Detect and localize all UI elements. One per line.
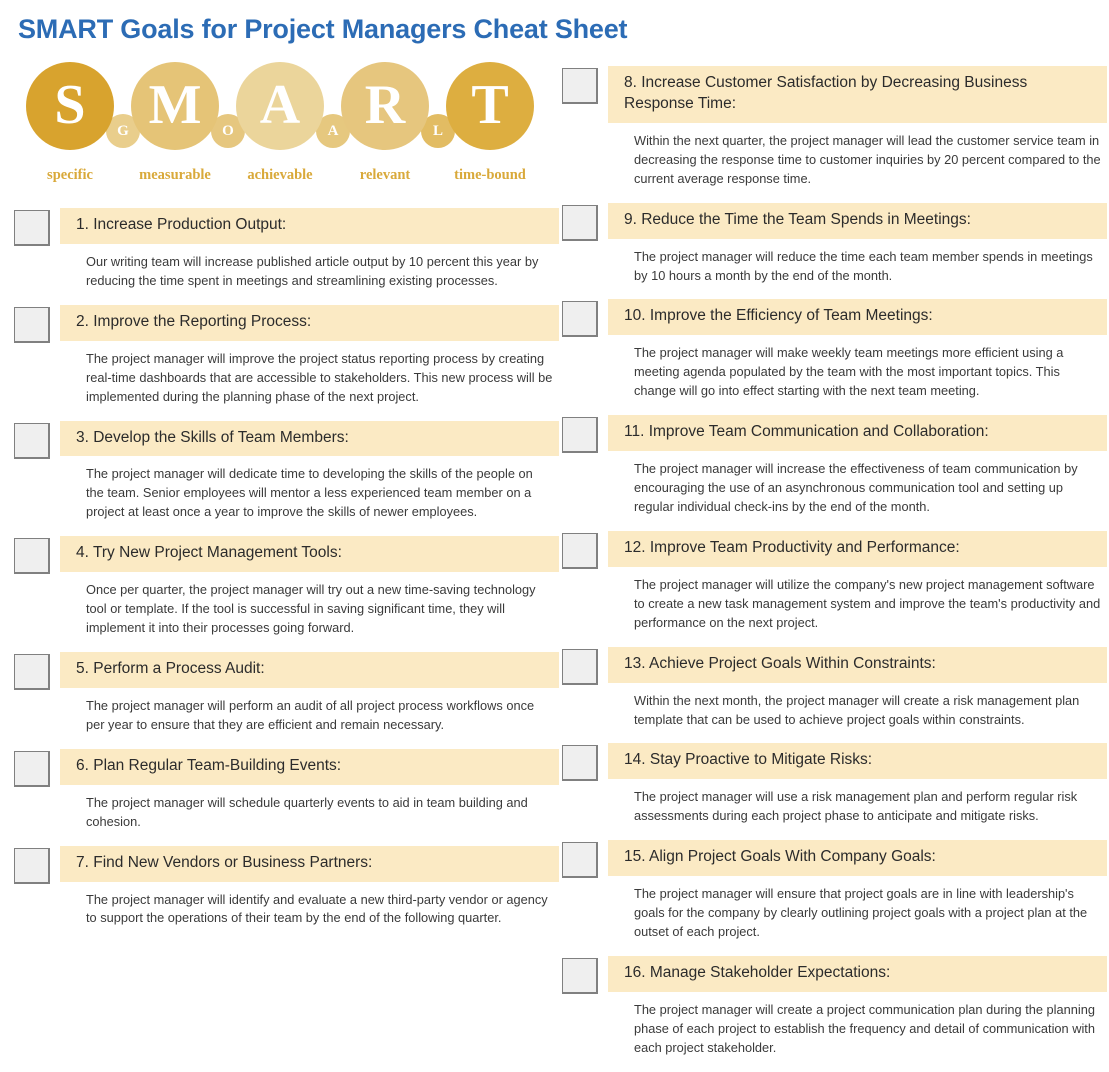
goal-item: 3. Develop the Skills of Team Members: Th… xyxy=(14,420,559,523)
goal-description: Once per quarter, the project manager wi… xyxy=(86,582,536,636)
goal-body: 13. Achieve Project Goals Within Constra… xyxy=(608,646,1107,730)
goal-circle-letter: G xyxy=(117,122,129,139)
goal-title: 1. Increase Production Output: xyxy=(60,208,559,244)
smart-label-t: time-bound xyxy=(454,167,526,183)
goal-item: 10. Improve the Efficiency of Team Meeti… xyxy=(562,299,1107,401)
goal-body: 10. Improve the Efficiency of Team Meeti… xyxy=(608,299,1107,401)
smart-circle-letter: M xyxy=(148,74,202,136)
smart-goal-logo: Sspecific Mmeasurable Aachievable Rrelevant… xyxy=(14,62,554,187)
goal-body: 16. Manage Stakeholder Expectations: The … xyxy=(608,955,1107,1058)
goal-description: The project manager will dedicate time t… xyxy=(86,466,533,520)
goal-checkbox[interactable] xyxy=(14,538,50,575)
goals-column-left: 1. Increase Production Output: Our writin… xyxy=(14,208,559,942)
smart-circle-a: A xyxy=(236,62,324,150)
goal-body: 15. Align Project Goals With Company Goa… xyxy=(608,840,1107,942)
goal-description: The project manager will create a projec… xyxy=(634,1001,1095,1055)
page-title: SMART Goals for Project Managers Cheat S… xyxy=(18,14,628,44)
goal-item: 14. Stay Proactive to Mitigate Risks: The… xyxy=(562,743,1107,826)
goal-item: 16. Manage Stakeholder Expectations: The … xyxy=(562,955,1107,1058)
goal-checkbox[interactable] xyxy=(562,301,598,338)
goal-item: 7. Find New Vendors or Business Partners… xyxy=(14,845,559,929)
goal-checkbox[interactable] xyxy=(562,957,598,994)
goal-description: The project manager will reduce the time… xyxy=(634,248,1093,283)
goal-body: 3. Develop the Skills of Team Members: Th… xyxy=(60,420,559,523)
goal-description: The project manager will schedule quarte… xyxy=(86,794,528,829)
goal-body: 7. Find New Vendors or Business Partners… xyxy=(60,845,559,929)
smart-circle-t: T xyxy=(446,62,534,150)
goal-title: 4. Try New Project Management Tools: xyxy=(60,536,559,573)
goal-title: 8. Increase Customer Satisfaction by Dec… xyxy=(608,66,1107,123)
goal-title: 14. Stay Proactive to Mitigate Risks: xyxy=(608,743,1107,780)
goal-body: 9. Reduce the Time the Team Spends in Me… xyxy=(608,202,1107,286)
goal-body: 8. Increase Customer Satisfaction by Dec… xyxy=(608,66,1107,189)
goal-checkbox[interactable] xyxy=(14,750,50,787)
goal-body: 12. Improve Team Productivity and Perfor… xyxy=(608,530,1107,633)
goal-item: 4. Try New Project Management Tools: Once… xyxy=(14,536,559,638)
goal-item: 11. Improve Team Communication and Colla… xyxy=(562,415,1107,517)
goals-column-right: 8. Increase Customer Satisfaction by Dec… xyxy=(562,66,1107,1072)
goal-item: 2. Improve the Reporting Process: The pro… xyxy=(14,304,559,407)
goal-title: 2. Improve the Reporting Process: xyxy=(60,304,559,341)
goal-checkbox[interactable] xyxy=(562,842,598,879)
smart-circle-m: M xyxy=(131,62,219,150)
goal-item: 1. Increase Production Output: Our writin… xyxy=(14,208,559,291)
goal-description: The project manager will increase the ef… xyxy=(634,461,1078,514)
goal-checkbox[interactable] xyxy=(562,648,598,685)
goal-item: 5. Perform a Process Audit: The project m… xyxy=(14,652,559,735)
goal-body: 1. Increase Production Output: Our writin… xyxy=(60,208,559,291)
smart-circle-letter: A xyxy=(259,74,301,136)
goal-item: 9. Reduce the Time the Team Spends in Me… xyxy=(562,202,1107,286)
goal-title: 5. Perform a Process Audit: xyxy=(60,652,559,688)
goal-checkbox[interactable] xyxy=(14,306,50,343)
smart-circle-s: S xyxy=(26,62,114,150)
goal-circle-letter: L xyxy=(432,122,443,139)
goal-title: 15. Align Project Goals With Company Goa… xyxy=(608,840,1107,877)
smart-circle-r: R xyxy=(341,62,429,150)
smart-circle-letter: S xyxy=(54,74,86,136)
goal-item: 8. Increase Customer Satisfaction by Dec… xyxy=(562,66,1107,189)
goal-title: 6. Plan Regular Team-Building Events: xyxy=(60,748,559,785)
goal-description: Within the next quarter, the project man… xyxy=(634,132,1101,186)
goal-description: The project manager will improve the pro… xyxy=(86,350,553,404)
goal-item: 13. Achieve Project Goals Within Constra… xyxy=(562,646,1107,730)
goal-description: The project manager will utilize the com… xyxy=(634,576,1101,630)
goal-checkbox[interactable] xyxy=(562,204,598,241)
goal-description: The project manager will identify and ev… xyxy=(86,891,548,926)
goal-title: 12. Improve Team Productivity and Perfor… xyxy=(608,530,1107,567)
goal-title: 3. Develop the Skills of Team Members: xyxy=(60,420,559,457)
goal-title: 7. Find New Vendors or Business Partners… xyxy=(60,845,559,882)
goal-body: 5. Perform a Process Audit: The project m… xyxy=(60,652,559,735)
goal-body: 6. Plan Regular Team-Building Events: The… xyxy=(60,748,559,832)
goal-item: 15. Align Project Goals With Company Goa… xyxy=(562,840,1107,942)
goal-title: 11. Improve Team Communication and Colla… xyxy=(608,415,1107,452)
goal-item: 6. Plan Regular Team-Building Events: The… xyxy=(14,748,559,832)
goal-description: The project manager will use a risk mana… xyxy=(634,789,1078,824)
goal-title: 10. Improve the Efficiency of Team Meeti… xyxy=(608,299,1107,336)
goal-body: 2. Improve the Reporting Process: The pro… xyxy=(60,304,559,407)
goal-checkbox[interactable] xyxy=(562,532,598,569)
goal-description: Within the next month, the project manag… xyxy=(634,692,1080,727)
goal-title: 13. Achieve Project Goals Within Constra… xyxy=(608,646,1107,683)
goal-description: The project manager will perform an audi… xyxy=(86,697,535,732)
goal-description: The project manager will make weekly tea… xyxy=(634,345,1064,399)
goal-checkbox[interactable] xyxy=(562,68,598,104)
goal-body: 4. Try New Project Management Tools: Once… xyxy=(60,536,559,638)
smart-circle-letter: R xyxy=(364,74,406,136)
smart-circle-letter: T xyxy=(471,74,509,136)
goal-title: 16. Manage Stakeholder Expectations: xyxy=(608,955,1107,992)
goal-checkbox[interactable] xyxy=(14,654,50,690)
goal-item: 12. Improve Team Productivity and Perfor… xyxy=(562,530,1107,633)
goal-description: The project manager will ensure that pro… xyxy=(634,886,1088,940)
goal-checkbox[interactable] xyxy=(562,745,598,782)
goal-circle-letter: O xyxy=(222,122,234,139)
goal-body: 14. Stay Proactive to Mitigate Risks: The… xyxy=(608,743,1107,826)
goal-circle-letter: A xyxy=(327,122,339,139)
goal-checkbox[interactable] xyxy=(14,847,50,884)
goal-description: Our writing team will increase published… xyxy=(86,253,539,288)
goal-checkbox[interactable] xyxy=(562,417,598,454)
goal-checkbox[interactable] xyxy=(14,210,50,246)
goal-title: 9. Reduce the Time the Team Spends in Me… xyxy=(608,202,1107,239)
goal-body: 11. Improve Team Communication and Colla… xyxy=(608,415,1107,517)
goal-checkbox[interactable] xyxy=(14,422,50,459)
